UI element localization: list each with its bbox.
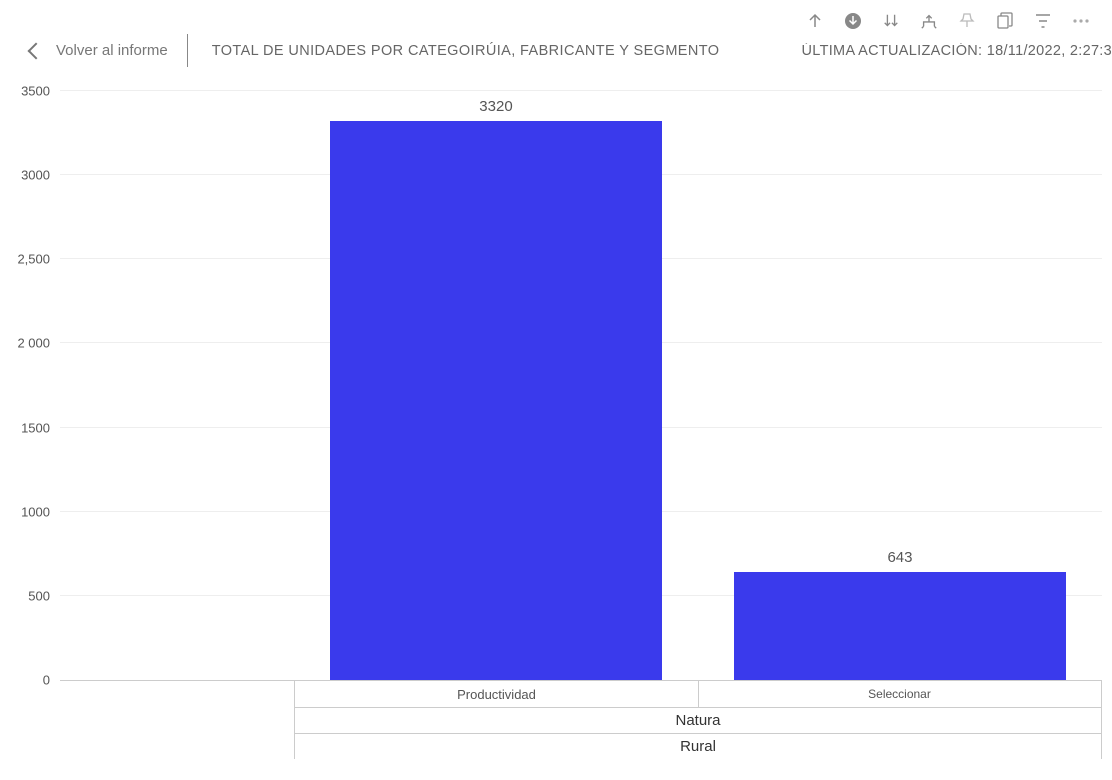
chart-toolbar bbox=[0, 0, 1112, 36]
x-axis-categories-row: ProductividadSeleccionar bbox=[294, 681, 1102, 707]
sort-icon[interactable] bbox=[882, 12, 900, 30]
pin-icon[interactable] bbox=[958, 12, 976, 30]
more-icon[interactable] bbox=[1072, 12, 1090, 30]
bar-value-label: 643 bbox=[887, 549, 912, 572]
y-tick-label: 3500 bbox=[21, 84, 60, 99]
x-axis-group2-label: Rural bbox=[295, 734, 1101, 759]
copy-icon[interactable] bbox=[996, 12, 1014, 30]
x-axis-group1-label: Natura bbox=[295, 708, 1101, 733]
x-separator bbox=[698, 681, 699, 707]
chart-title: TOTAL DE UNIDADES POR CATEGOIRÚIA, FABRI… bbox=[204, 43, 786, 59]
x-category-label: Seleccionar bbox=[698, 681, 1101, 707]
gridline bbox=[60, 90, 1102, 91]
chart-header: Volver al informe TOTAL DE UNIDADES POR … bbox=[0, 36, 1112, 69]
x-category-label: Productividad bbox=[295, 681, 698, 707]
y-tick-label: 0 bbox=[43, 673, 60, 688]
x-axis: ProductividadSeleccionar Natura Rural bbox=[294, 681, 1102, 759]
chart-area: 0 500 1000 1500 2 000 2,500 3000 3500 3320 643 Pr… bbox=[0, 69, 1112, 759]
arrow-up-icon[interactable] bbox=[806, 12, 824, 30]
bar-value-label: 3320 bbox=[479, 98, 512, 121]
x-axis-group2-row: Rural bbox=[294, 733, 1102, 759]
arrow-down-circle-icon[interactable] bbox=[844, 12, 862, 30]
y-tick-label: 3000 bbox=[21, 168, 60, 183]
bar[interactable]: 3320 bbox=[330, 121, 661, 680]
y-tick-label: 1500 bbox=[21, 420, 60, 435]
last-update: ÚLTIMA ACTUALIZACIÓN: 18/11/2022, 2:27:3 bbox=[802, 43, 1112, 59]
back-label: Volver al informe bbox=[56, 42, 168, 59]
y-tick-label: 1000 bbox=[21, 504, 60, 519]
plot-region: 0500100015002 0002,500300035003320643 bbox=[60, 91, 1102, 681]
y-tick-label: 2 000 bbox=[17, 336, 60, 351]
x-axis-group1-row: Natura bbox=[294, 707, 1102, 733]
last-update-value: 18/11/2022, 2:27:3 bbox=[987, 43, 1112, 59]
y-tick-label: 2,500 bbox=[17, 252, 60, 267]
bar[interactable]: 643 bbox=[734, 572, 1065, 680]
filter-icon[interactable] bbox=[1034, 12, 1052, 30]
y-tick-label: 500 bbox=[28, 588, 60, 603]
hierarchy-icon[interactable] bbox=[920, 12, 938, 30]
last-update-prefix: ÚLTIMA ACTUALIZACIÓN: bbox=[802, 43, 983, 59]
back-to-report-button[interactable]: Volver al informe bbox=[20, 42, 188, 59]
chevron-left-icon bbox=[28, 42, 45, 59]
